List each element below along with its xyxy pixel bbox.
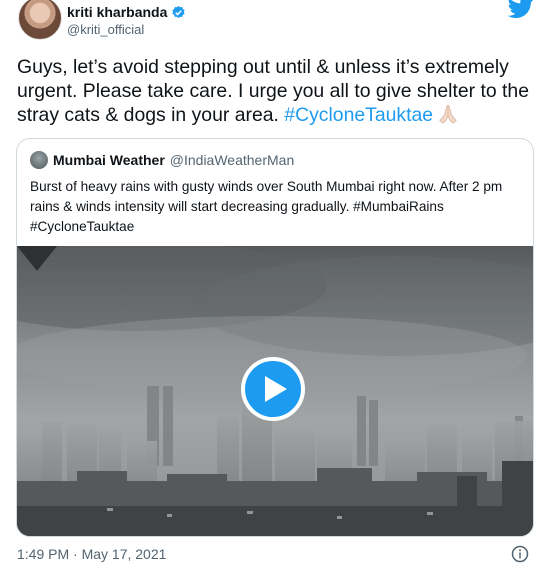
verified-badge-icon xyxy=(172,5,185,18)
hashtag-link[interactable]: #CycloneTauktae xyxy=(284,104,433,126)
tweet-text: Guys, let’s avoid stepping out until & u… xyxy=(17,55,537,127)
play-icon xyxy=(265,376,287,402)
quoted-tweet-text: Burst of heavy rains with gusty winds ov… xyxy=(30,179,503,234)
author-handle[interactable]: @kriti_official xyxy=(67,22,144,37)
quoted-avatar xyxy=(30,151,48,169)
author-name[interactable]: kriti kharbanda xyxy=(67,4,167,20)
avatar[interactable] xyxy=(18,0,62,40)
tweet-header: kriti kharbanda @kriti_official xyxy=(18,0,538,44)
info-icon[interactable] xyxy=(511,545,529,563)
quoted-tweet-header: Mumbai Weather @IndiaWeatherMan xyxy=(30,151,294,169)
video-thumbnail[interactable] xyxy=(17,246,533,536)
tweet-timestamp[interactable]: 1:49 PM · May 17, 2021 xyxy=(17,546,166,562)
quoted-tweet[interactable]: Mumbai Weather @IndiaWeatherMan Burst of… xyxy=(16,138,534,537)
twitter-bird-icon[interactable] xyxy=(508,0,534,20)
author-name-row[interactable]: kriti kharbanda xyxy=(67,4,186,20)
folded-hands-icon xyxy=(439,105,457,124)
quoted-author-name: Mumbai Weather xyxy=(53,152,165,168)
play-button[interactable] xyxy=(241,357,305,421)
quoted-author-handle: @IndiaWeatherMan xyxy=(169,152,295,168)
